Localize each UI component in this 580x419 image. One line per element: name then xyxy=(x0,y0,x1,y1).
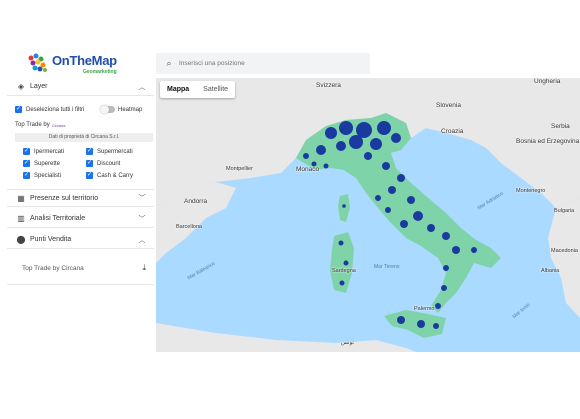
top-trade-header: Top Trade by Circana xyxy=(15,122,65,128)
divider xyxy=(7,284,154,285)
filter-checkbox[interactable]: ✓ xyxy=(23,172,30,179)
map-label-ungheria: Ungheria xyxy=(534,78,561,85)
filter-label: Specialisti xyxy=(34,172,62,179)
location-pin-icon: ⬤ xyxy=(16,235,26,244)
deselect-checkbox[interactable]: ✓ xyxy=(15,106,22,113)
search-bar[interactable]: ⌕ xyxy=(156,53,370,74)
chevron-up-icon[interactable]: ︿ xyxy=(136,82,148,92)
filter-label: Ipermercati xyxy=(34,148,65,155)
logo-text: OnTheMap xyxy=(52,53,117,68)
deselect-label: Deseleziona tutti i filtri xyxy=(26,106,85,113)
sidebar: OnTheMap Geomarketing ◈ Layer ︿ ✓ Desele… xyxy=(7,48,154,288)
filter-label: Superette xyxy=(34,160,61,167)
logo[interactable]: OnTheMap Geomarketing xyxy=(27,52,132,78)
filter-discount[interactable]: ✓ Discount xyxy=(86,160,120,167)
heatmap-toggle[interactable]: Heatmap xyxy=(100,105,143,114)
section-layer[interactable]: ◈ Layer ︿ xyxy=(7,78,154,96)
chevron-up-icon[interactable]: ︿ xyxy=(136,235,148,245)
filter-ipermercati[interactable]: ✓ Ipermercati xyxy=(23,148,64,155)
chart-icon: ▥ xyxy=(17,214,25,223)
search-input[interactable] xyxy=(179,60,359,67)
map-canvas[interactable]: Mappa Satellite Svizzera Ungheria Sloven… xyxy=(156,78,580,352)
heatmap-label: Heatmap xyxy=(118,106,143,113)
map-label-serbia: Serbia xyxy=(551,123,570,130)
map-label-montpellier: Montpellier xyxy=(226,166,253,172)
section-punti-label: Punti Vendita xyxy=(30,236,72,243)
circana-badge: Circana xyxy=(51,122,66,128)
map-label-monaco: Monaco xyxy=(296,166,320,173)
layers-icon: ◈ xyxy=(17,82,25,91)
map-label-palermo: Palermo xyxy=(414,306,435,312)
top-trade-label: Top Trade by xyxy=(15,122,50,128)
tab-satellite[interactable]: Satellite xyxy=(196,81,235,98)
filter-supermercati[interactable]: ✓ Supermercati xyxy=(86,148,133,155)
map-label-mar-tirreno: Mar Tirreno xyxy=(374,264,400,270)
tab-mappa[interactable]: Mappa xyxy=(160,81,196,98)
map-label-bulgaria: Bulgaria xyxy=(554,208,575,214)
map-label-montenegro: Montenegro xyxy=(516,188,546,194)
deselect-all-filters[interactable]: ✓ Deseleziona tutti i filtri xyxy=(15,106,84,113)
filter-checkbox[interactable]: ✓ xyxy=(86,160,93,167)
filter-checkbox[interactable]: ✓ xyxy=(86,172,93,179)
filter-label: Cash & Carry xyxy=(97,172,134,179)
logo-subtitle: Geomarketing xyxy=(83,69,117,75)
punti-item-label: Top Trade by Circana xyxy=(22,264,84,272)
section-layer-label: Layer xyxy=(30,83,48,90)
map-type-tabs: Mappa Satellite xyxy=(160,81,236,98)
filter-checkbox[interactable]: ✓ xyxy=(23,160,30,167)
map-label-sardegna: Sardegna xyxy=(332,268,356,274)
map-label-barcellona: Barcellona xyxy=(176,224,202,230)
app-root: OnTheMap Geomarketing ◈ Layer ︿ ✓ Desele… xyxy=(0,0,580,419)
section-presenze-label: Presenze sul territorio xyxy=(30,194,99,202)
map-label-slovenia: Slovenia xyxy=(436,102,461,109)
filter-checkbox[interactable]: ✓ xyxy=(23,148,30,155)
filter-specialisti[interactable]: ✓ Specialisti xyxy=(23,172,61,179)
filter-checkbox[interactable]: ✓ xyxy=(86,148,93,155)
search-icon[interactable]: ⌕ xyxy=(161,58,177,69)
section-presenze[interactable]: ▦ Presenze sul territorio ﹀ xyxy=(7,189,154,207)
section-analisi-label: Analisi Territoriale xyxy=(30,215,86,222)
filter-superette[interactable]: ✓ Superette xyxy=(23,160,60,167)
map-label-croazia: Croazia xyxy=(441,128,464,135)
filter-label: Supermercati xyxy=(97,148,133,155)
map-label-bosnia: Bosnia ed Erzegovina xyxy=(516,138,580,145)
chevron-down-icon[interactable]: ﹀ xyxy=(136,214,148,224)
download-icon[interactable]: ⤓ xyxy=(142,263,146,273)
ownership-note: Dati di proprietà di Circana S.r.l. xyxy=(15,133,153,142)
logo-mark-icon xyxy=(28,53,47,72)
map-label-andorra: Andorra xyxy=(184,198,208,205)
map-label-macedonia: Macedonia xyxy=(551,248,578,254)
filter-cash-carry[interactable]: ✓ Cash & Carry xyxy=(86,172,133,179)
section-punti-vendita[interactable]: ⬤ Punti Vendita ︿ xyxy=(7,231,154,249)
map-icon: ▦ xyxy=(17,193,25,203)
filter-label: Discount xyxy=(97,160,121,167)
map-label-albania: Albania xyxy=(541,268,560,274)
chevron-down-icon[interactable]: ﹀ xyxy=(136,193,148,203)
heatmap-switch[interactable] xyxy=(100,105,115,114)
map-label-svizzera: Svizzera xyxy=(316,82,341,89)
punti-item-top-trade[interactable]: Top Trade by Circana ⤓ xyxy=(22,263,146,273)
map-label-tunisia: تونس xyxy=(341,340,354,346)
section-analisi[interactable]: ▥ Analisi Territoriale ﹀ xyxy=(7,210,154,228)
